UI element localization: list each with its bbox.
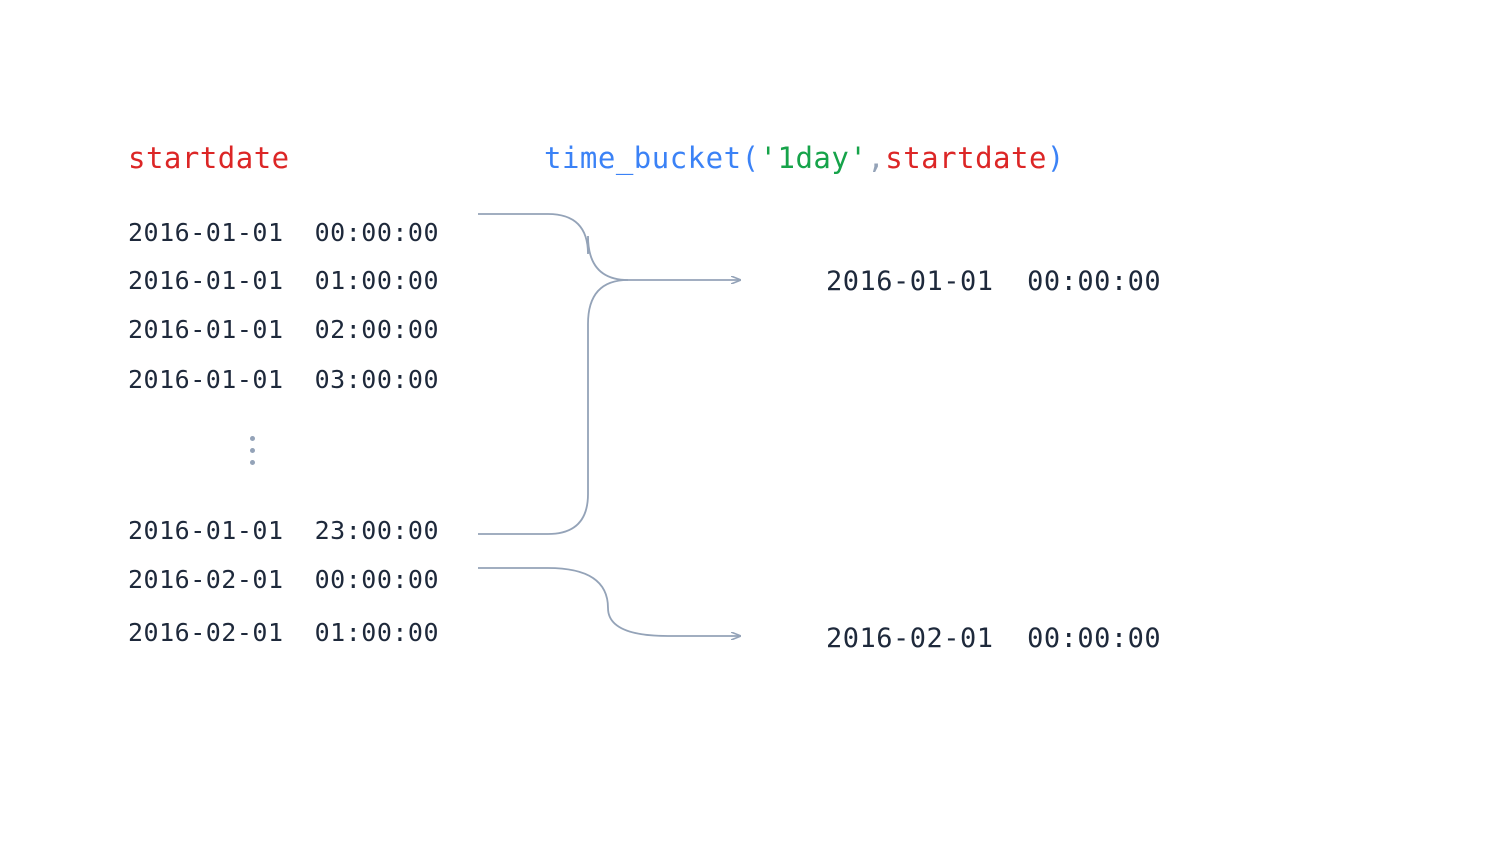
function-arg: startdate [885, 141, 1047, 175]
close-paren: ) [1047, 141, 1065, 175]
input-row-4: 2016-01-01 03:00:00 [128, 367, 439, 392]
input-row-5: 2016-01-01 23:00:00 [128, 518, 439, 543]
string-literal: '1day' [760, 141, 868, 175]
input-row-6: 2016-02-01 00:00:00 [128, 567, 439, 592]
open-paren: ( [742, 141, 760, 175]
input-row-3: 2016-01-01 02:00:00 [128, 317, 439, 342]
vertical-ellipsis-icon [250, 436, 255, 465]
input-row-2: 2016-01-01 01:00:00 [128, 268, 439, 293]
brace-bottom-branch [478, 280, 628, 534]
output-row-2: 2016-02-01 00:00:00 [826, 625, 1161, 652]
arrow-to-output-2 [478, 568, 740, 636]
function-name: time_bucket [544, 141, 742, 175]
left-column-header: startdate [128, 144, 290, 173]
input-row-7: 2016-02-01 01:00:00 [128, 620, 439, 645]
output-row-1: 2016-01-01 00:00:00 [826, 268, 1161, 295]
arrows-layer [0, 0, 1498, 846]
right-column-header: time_bucket('1day',startdate) [544, 144, 1065, 173]
comma: , [867, 141, 885, 175]
brace-top-branch [478, 214, 628, 280]
input-row-1: 2016-01-01 00:00:00 [128, 220, 439, 245]
